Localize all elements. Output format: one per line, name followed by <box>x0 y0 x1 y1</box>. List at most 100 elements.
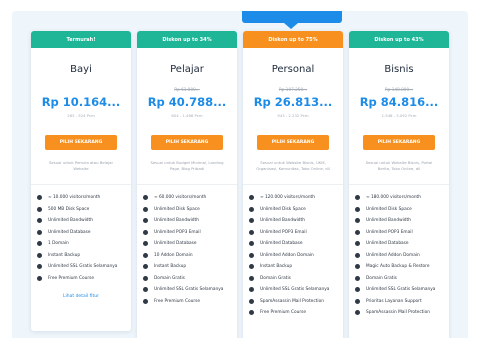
feature-item: Unlimited SSL Gratis Selamanya <box>37 261 131 273</box>
plan-name: Personal <box>271 64 315 75</box>
feature-label: ∞ 180.000 visitors/month <box>366 195 421 201</box>
feature-item: Domain Gratis <box>355 273 449 285</box>
check-icon <box>37 264 42 270</box>
choose-plan-button[interactable]: PILIH SEKARANG <box>151 135 223 150</box>
feature-label: Instant Backup <box>154 264 187 270</box>
feature-item: Unlimited Bandwidth <box>249 215 343 227</box>
feature-label: Domain Gratis <box>260 275 291 281</box>
check-icon <box>249 218 254 224</box>
check-icon <box>143 218 148 224</box>
feature-item: Unlimited SSL Gratis Selamanya <box>143 284 237 296</box>
plan-badge: Diskon up to 34% <box>137 31 237 48</box>
feature-label: SpamAssassin Mail Protection <box>260 298 324 304</box>
feature-item: Free Premium Course <box>37 273 131 285</box>
choose-plan-button[interactable]: PILIH SEKARANG <box>45 135 117 150</box>
feature-label: Instant Backup <box>260 264 293 270</box>
feature-item: Instant Backup <box>37 250 131 262</box>
check-icon <box>249 287 254 293</box>
feature-label: Unlimited Disk Space <box>366 206 412 212</box>
feature-item: Unlimited POP3 Email <box>249 227 343 239</box>
feature-label: Unlimited SSL Gratis Selamanya <box>260 287 330 293</box>
feature-label: Unlimited Addon Domain <box>366 252 420 258</box>
feature-item: Unlimited Bandwidth <box>355 215 449 227</box>
check-icon <box>355 195 360 201</box>
feature-item: ∞ 180.000 visitors/month <box>355 192 449 204</box>
feature-label: ∞ 60.000 visitors/month <box>154 195 207 201</box>
check-icon <box>355 298 360 304</box>
check-icon <box>37 218 42 224</box>
plan-price: Rp 26.813... <box>253 95 333 109</box>
feature-label: 10 Addon Domain <box>154 252 193 258</box>
plan-old-price: Rp 107.250... <box>278 87 308 92</box>
feature-label: Unlimited Bandwidth <box>366 218 411 224</box>
choose-plan-button[interactable]: PILIH SEKARANG <box>363 135 435 150</box>
feature-item: ∞ 60.000 visitors/month <box>143 192 237 204</box>
feature-label: Unlimited POP3 Email <box>260 229 307 235</box>
check-icon <box>355 252 360 258</box>
check-icon <box>355 275 360 281</box>
check-icon <box>37 275 42 281</box>
plan-name: Bisnis <box>384 64 414 75</box>
feature-item: Instant Backup <box>249 261 343 273</box>
check-icon <box>249 229 254 235</box>
most-popular-indicator <box>242 11 342 29</box>
feature-label: Free Premium Course <box>260 310 306 316</box>
feature-item: Unlimited Disk Space <box>249 204 343 216</box>
feature-label: Unlimited Database <box>154 241 197 247</box>
feature-label: Prioritas Layanan Support <box>366 298 422 304</box>
feature-label: Instant Backup <box>48 252 81 258</box>
feature-item: SpamAssassin Mail Protection <box>249 296 343 308</box>
check-icon <box>143 275 148 281</box>
feature-item: SpamAssassin Mail Protection <box>355 307 449 319</box>
plan-old-price: Rp 61.800... <box>174 87 200 92</box>
feature-label: Unlimited POP3 Email <box>154 229 201 235</box>
feature-label: SpamAssassin Mail Protection <box>366 310 430 316</box>
plan-renewal-price: 263 - 524 Pcm <box>67 113 95 118</box>
feature-list: ∞ 10.000 visitors/month 500 MB Disk Spac… <box>31 185 131 284</box>
feature-details-link[interactable]: Lihat detail fitur <box>31 294 131 299</box>
check-icon <box>355 241 360 247</box>
feature-label: Unlimited SSL Gratis Selamanya <box>48 264 118 270</box>
check-icon <box>355 264 360 270</box>
plan-description: Sesuai untuk Website Bisnis, UKM, Organi… <box>256 160 330 171</box>
choose-plan-button[interactable]: PILIH SEKARANG <box>257 135 329 150</box>
check-icon <box>143 264 148 270</box>
check-icon <box>249 264 254 270</box>
feature-item: Unlimited Bandwidth <box>37 215 131 227</box>
check-icon <box>143 241 148 247</box>
check-icon <box>249 252 254 258</box>
feature-label: Unlimited Disk Space <box>260 206 306 212</box>
feature-item: Unlimited Addon Domain <box>355 250 449 262</box>
check-icon <box>143 206 148 212</box>
feature-item: Free Premium Course <box>143 296 237 308</box>
feature-item: Unlimited Database <box>355 238 449 250</box>
plan-renewal-price: 943 - 2.232 Pcm <box>277 113 309 118</box>
feature-label: Unlimited Bandwidth <box>154 218 199 224</box>
feature-label: Magic Auto Backup & Restore <box>366 264 430 270</box>
plan-badge: Diskon up to 75% <box>243 31 343 48</box>
plan-old-price: Rp 148.800... <box>384 87 414 92</box>
plan-card-personal: Diskon up to 75% Personal Rp 107.250... … <box>243 31 343 338</box>
feature-item: Unlimited Disk Space <box>355 204 449 216</box>
feature-label: Free Premium Course <box>154 298 200 304</box>
feature-label: 500 MB Disk Space <box>48 206 90 212</box>
feature-item: Unlimited Database <box>37 227 131 239</box>
feature-list: ∞ 60.000 visitors/month Unlimited Disk S… <box>137 185 237 307</box>
feature-label: Unlimited Database <box>260 241 303 247</box>
plan-badge: Termurah! <box>31 31 131 48</box>
plan-description: Sesuai untuk Pemula atau Belajar Website <box>48 160 114 171</box>
check-icon <box>37 206 42 212</box>
feature-label: Unlimited Bandwidth <box>48 218 93 224</box>
feature-label: ∞ 120.000 visitors/month <box>260 195 315 201</box>
check-icon <box>143 252 148 258</box>
feature-label: Domain Gratis <box>154 275 185 281</box>
feature-label: Unlimited Database <box>48 229 91 235</box>
feature-label: Unlimited SSL Gratis Selamanya <box>154 287 224 293</box>
check-icon <box>37 241 42 247</box>
check-icon <box>355 206 360 212</box>
feature-item: 1 Domain <box>37 238 131 250</box>
plan-renewal-price: 1.548 - 3.092 Pcm <box>381 113 417 118</box>
feature-item: Unlimited Disk Space <box>143 204 237 216</box>
check-icon <box>249 206 254 212</box>
plan-card-bisnis: Diskon up to 43% Bisnis Rp 148.800... Rp… <box>349 31 449 338</box>
